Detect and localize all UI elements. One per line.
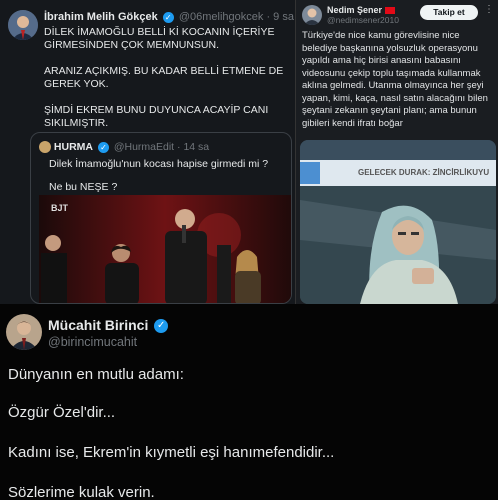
- tweet-gokcek: İbrahim Melih Gökçek ✓ @06melihgokcek · …: [0, 0, 296, 304]
- display-name[interactable]: Nedim Şener: [327, 5, 382, 15]
- tweet-text-line: Özgür Özel'dir...: [8, 404, 116, 421]
- tweet-text-line: Dünyanın en mutlu adamı:: [8, 366, 184, 383]
- timestamp[interactable]: · 9 sa: [266, 11, 294, 23]
- quote-text-line1: Dilek İmamoğlu'nun kocası hapise girmedi…: [49, 158, 269, 170]
- verified-badge-icon: ✓: [154, 319, 169, 334]
- quote-text-line2: Ne bu NEŞE ?: [49, 181, 118, 193]
- tweet-header: İbrahim Melih Gökçek ✓ @06melihgokcek · …: [44, 11, 294, 23]
- quote-photo[interactable]: BJT: [39, 195, 291, 303]
- tweet-text: DİLEK İMAMOĞLU BELLİ Kİ KOCANIN İÇERİYE …: [44, 26, 284, 129]
- quote-timestamp: · 14 sa: [177, 141, 210, 153]
- verified-badge-icon: ✓: [162, 11, 174, 23]
- display-name[interactable]: Mücahit Birinci: [48, 317, 148, 333]
- tweet-header: Mücahit Birinci ✓: [48, 317, 170, 334]
- tweet-text-line: Sözlerime kulak verin.: [8, 484, 155, 500]
- tweet-birinci: Mücahit Birinci ✓ @birincimucahit Dünyan…: [0, 304, 498, 500]
- turkish-flag-icon: [384, 7, 395, 15]
- quote-handle: @HurmaEdit: [113, 141, 175, 153]
- follow-button[interactable]: Takip et: [420, 5, 478, 20]
- photo-sign-text: GELECEK DURAK: ZİNCİRLİKUYU: [358, 168, 490, 177]
- display-name[interactable]: İbrahim Melih Gökçek: [44, 11, 158, 23]
- handle[interactable]: @06melihgokcek: [179, 11, 264, 23]
- quoted-tweet[interactable]: HURMA ✓ @HurmaEdit · 14 sa Dilek İmamoğl…: [30, 132, 292, 304]
- tweet-sener: Nedim Şener @nedimsener2010 Takip et ⋮ T…: [296, 0, 498, 304]
- tweet-photo[interactable]: GELECEK DURAK: ZİNCİRLİKUYU: [300, 140, 496, 304]
- avatar[interactable]: [8, 10, 38, 40]
- tweet-text: Türkiye'de nice kamu görevlisine nice be…: [302, 30, 488, 129]
- tweet-header: Nedim Şener: [327, 5, 395, 15]
- avatar[interactable]: [302, 5, 322, 25]
- avatar[interactable]: [6, 314, 42, 350]
- handle[interactable]: @nedimsener2010: [327, 15, 399, 25]
- quote-header: HURMA ✓ @HurmaEdit · 14 sa: [39, 141, 210, 154]
- handle[interactable]: @birincimucahit: [48, 335, 137, 349]
- quote-display-name: HURMA: [53, 141, 93, 153]
- photo-watermark: BJT: [51, 203, 69, 213]
- quote-avatar: [39, 141, 51, 154]
- more-options-icon[interactable]: ⋮: [484, 4, 494, 15]
- verified-badge-icon: ✓: [97, 141, 109, 153]
- tweet-text-line: Kadını ise, Ekrem'in kıymetli eşi hanıme…: [8, 444, 335, 461]
